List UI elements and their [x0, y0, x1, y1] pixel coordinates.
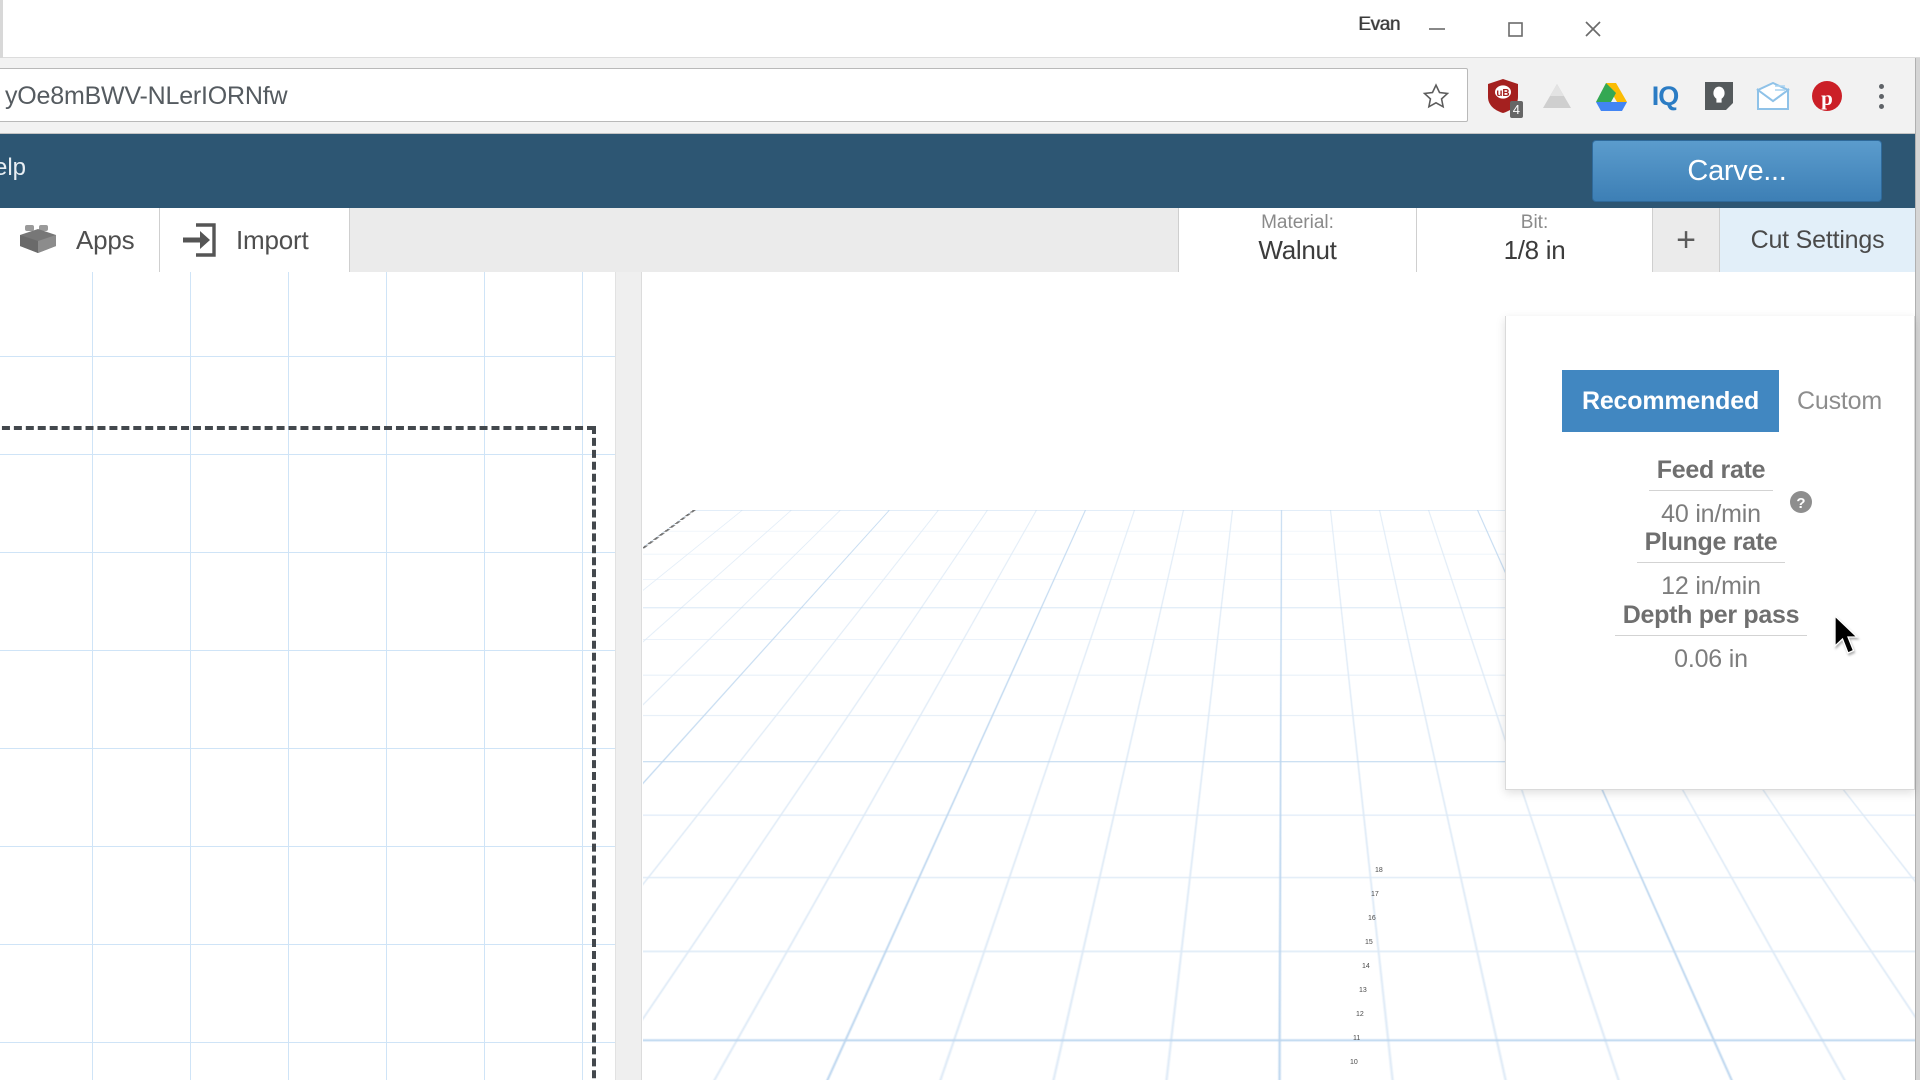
google-drive-gray-extension-icon[interactable]	[1530, 58, 1584, 134]
grid-left-dashed-edge	[643, 510, 696, 1080]
panel-divider[interactable]	[615, 272, 642, 1080]
browser-menu-button[interactable]	[1854, 58, 1908, 134]
svg-text:uB: uB	[1496, 88, 1509, 99]
bit-key: Bit:	[1521, 212, 1548, 234]
lego-brick-icon	[16, 222, 60, 258]
ublock-badge-count: 4	[1510, 101, 1523, 118]
feed-rate-field: Feed rate 40 in/min ?	[1506, 456, 1916, 529]
iq-extension-label: IQ	[1652, 81, 1679, 112]
import-button[interactable]: Import	[160, 208, 350, 272]
close-button[interactable]	[1554, 0, 1632, 58]
import-arrow-icon	[180, 221, 218, 259]
depth-per-pass-label: Depth per pass	[1615, 601, 1807, 636]
minimize-button[interactable]	[1398, 0, 1476, 58]
star-icon	[1421, 82, 1451, 111]
mail-envelope-extension-icon[interactable]	[1746, 58, 1800, 134]
material-boundary-top-edge	[0, 426, 595, 430]
app-navigation-bar: elp Carve...	[0, 134, 1915, 208]
url-text[interactable]: yOe8mBWV-NLerIORNfw	[5, 82, 287, 111]
envelope-icon	[1756, 82, 1790, 111]
browser-profile-name[interactable]: Evan	[1358, 14, 1400, 36]
plunge-rate-field: Plunge rate 12 in/min	[1506, 528, 1916, 601]
app-toolbar: Apps Import Material: Walnut Bit: 1/8 in…	[0, 208, 1915, 272]
apps-label: Apps	[76, 225, 134, 256]
tab-custom[interactable]: Custom	[1779, 370, 1900, 432]
close-icon	[1578, 14, 1608, 44]
window-left-edge	[0, 0, 3, 58]
tab-recommended[interactable]: Recommended	[1562, 370, 1779, 432]
menu-item-help[interactable]: elp	[0, 154, 26, 182]
plunge-rate-value: 12 in/min	[1506, 572, 1916, 601]
maximize-button[interactable]	[1476, 0, 1554, 58]
application-window: Evan yOe8mBWV-NLerIORNfw	[0, 0, 1920, 1080]
svg-text:?: ?	[1796, 495, 1805, 512]
browser-toolbar: yOe8mBWV-NLerIORNfw uB 4	[0, 58, 1920, 134]
google-drive-extension-icon[interactable]	[1584, 58, 1638, 134]
iq-extension-icon[interactable]: IQ	[1638, 58, 1692, 134]
drive-icon	[1594, 81, 1628, 112]
question-mark-circle-icon: ?	[1788, 489, 1814, 515]
browser-extensions-row: uB 4 IQ	[1476, 58, 1920, 134]
feed-rate-help-button[interactable]: ?	[1788, 489, 1814, 515]
material-boundary-right-edge	[592, 426, 596, 1080]
import-label: Import	[236, 225, 308, 256]
window-titlebar: Evan	[0, 0, 1920, 58]
pinterest-icon: p	[1810, 79, 1844, 113]
cut-settings-button[interactable]: Cut Settings	[1720, 208, 1915, 272]
minimize-icon	[1423, 15, 1451, 43]
kebab-dot-2	[1879, 94, 1884, 99]
cut-settings-mode-tabs: Recommended Custom	[1562, 370, 1900, 432]
svg-text:p: p	[1821, 86, 1833, 110]
note-lightbulb-extension-icon[interactable]	[1692, 58, 1746, 134]
cut-settings-dropdown-panel: Recommended Custom Feed rate 40 in/min ?…	[1505, 316, 1915, 790]
bookmark-star-button[interactable]	[1421, 82, 1451, 116]
mouse-pointer	[1833, 615, 1859, 655]
bit-selector[interactable]: Bit: 1/8 in	[1416, 208, 1652, 272]
carve-button[interactable]: Carve...	[1592, 140, 1882, 202]
plunge-rate-label: Plunge rate	[1637, 528, 1786, 563]
kebab-dot-1	[1879, 84, 1884, 89]
add-bit-button[interactable]: +	[1652, 208, 1720, 272]
feed-rate-label: Feed rate	[1649, 456, 1773, 491]
lightbulb-note-icon	[1703, 80, 1735, 112]
drive-triangle-icon	[1541, 81, 1573, 111]
pinterest-extension-icon[interactable]: p	[1800, 58, 1854, 134]
material-key: Material:	[1261, 212, 1334, 234]
2d-design-canvas[interactable]	[0, 272, 615, 1080]
maximize-icon	[1501, 15, 1529, 43]
feed-rate-value: 40 in/min	[1506, 500, 1916, 529]
apps-button[interactable]: Apps	[0, 208, 160, 272]
material-value: Walnut	[1258, 234, 1336, 268]
toolbar-spacer	[350, 208, 1178, 272]
address-bar[interactable]: yOe8mBWV-NLerIORNfw	[0, 68, 1468, 122]
ublock-origin-extension-icon[interactable]: uB 4	[1476, 58, 1530, 134]
bit-value: 1/8 in	[1504, 234, 1566, 268]
material-selector[interactable]: Material: Walnut	[1178, 208, 1416, 272]
kebab-dot-3	[1879, 104, 1884, 109]
